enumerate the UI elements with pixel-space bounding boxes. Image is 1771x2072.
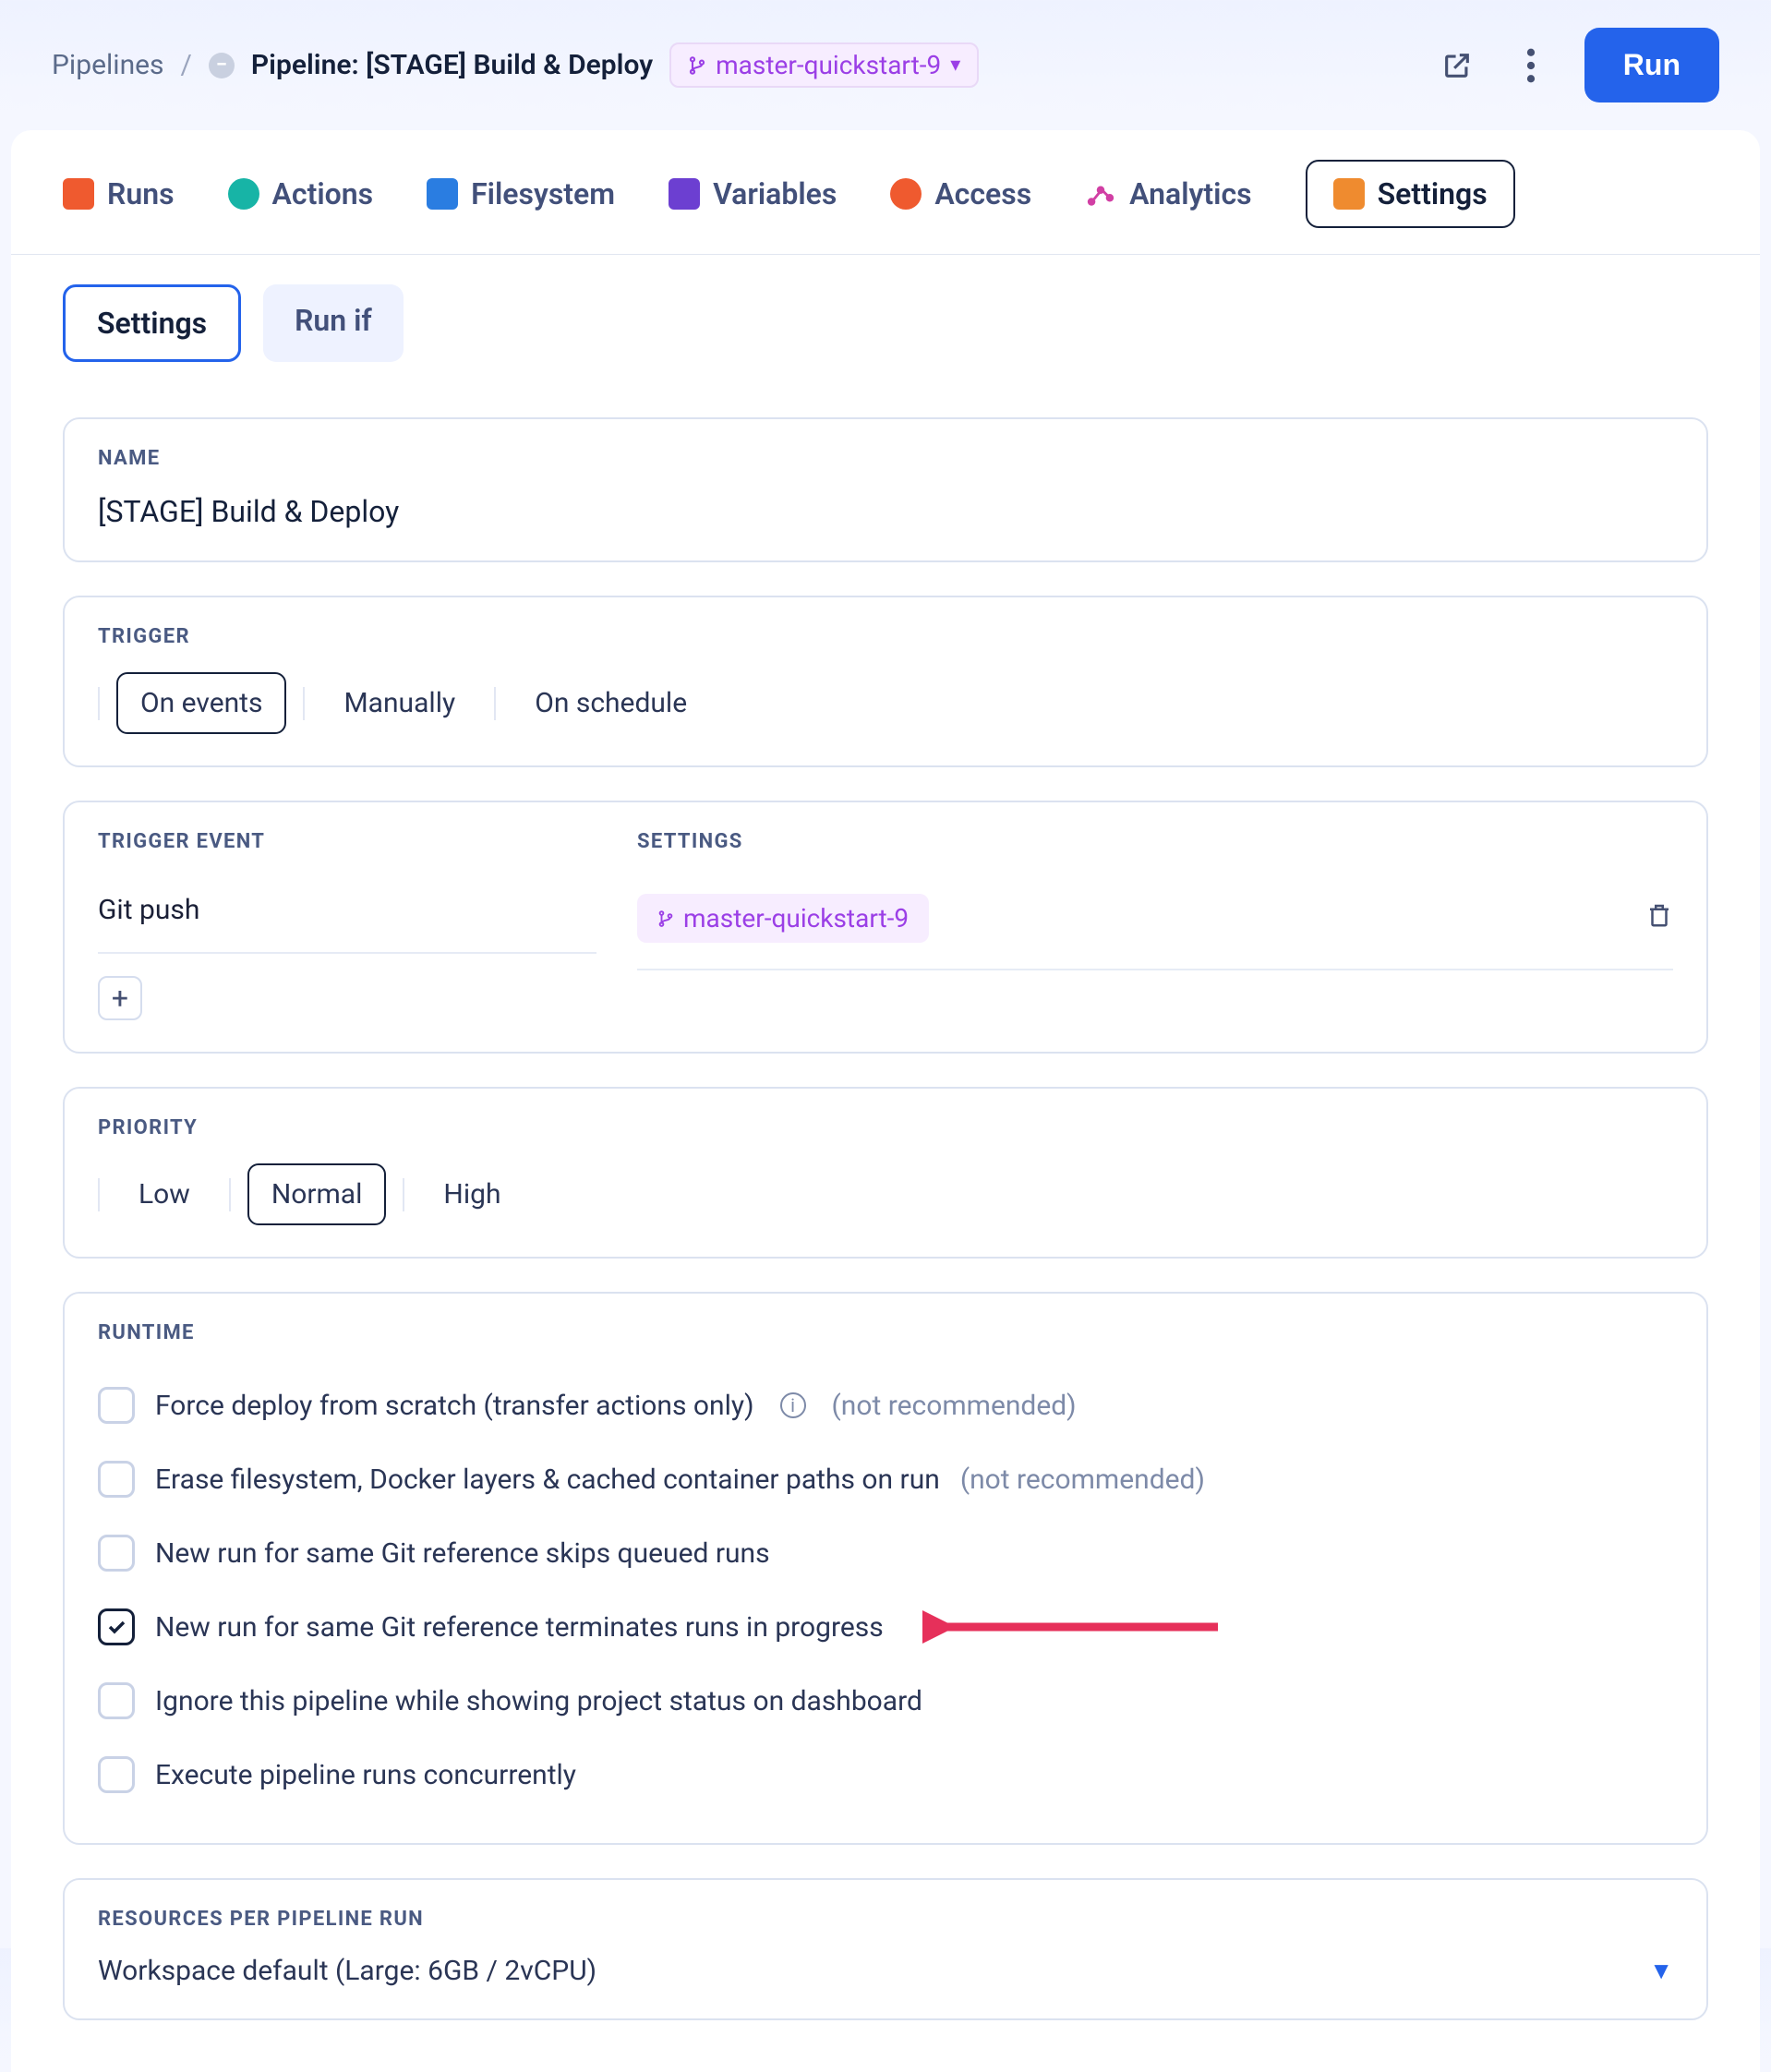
runtime-option-force-deploy[interactable]: Force deploy from scratch (transfer acti… [98,1368,1673,1442]
branch-tag[interactable]: master-quickstart-9 [637,894,929,943]
resources-label: RESOURCES PER PIPELINE RUN [98,1908,1673,1931]
add-trigger-button[interactable]: + [98,976,142,1020]
checkbox[interactable] [98,1756,135,1793]
trigger-on-schedule[interactable]: On schedule [512,674,709,732]
trigger-on-events[interactable]: On events [116,672,286,734]
subtab-run-if[interactable]: Run if [263,284,404,362]
sub-tabs: Settings Run if [63,284,1708,362]
name-card: NAME [STAGE] Build & Deploy [63,417,1708,562]
breadcrumb-separator: / [181,49,192,81]
checkbox[interactable] [98,1535,135,1572]
tab-settings[interactable]: Settings [1306,160,1515,228]
runtime-option-skip-queued[interactable]: New run for same Git reference skips que… [98,1516,1673,1590]
chevron-down-icon: ▾ [950,54,960,77]
branch-selector[interactable]: master-quickstart-9 ▾ [669,42,979,88]
trigger-settings-row: master-quickstart-9 [637,872,1673,970]
runtime-label: RUNTIME [98,1321,1673,1344]
info-icon[interactable]: i [780,1392,806,1418]
resources-card: RESOURCES PER PIPELINE RUN Workspace def… [63,1878,1708,2020]
tab-runs[interactable]: Runs [63,176,175,211]
breadcrumb: Pipelines / Pipeline: [STAGE] Build & De… [52,42,979,88]
subtab-settings[interactable]: Settings [63,284,241,362]
priority-label: PRIORITY [98,1116,1673,1139]
checkbox-checked[interactable] [98,1608,135,1645]
checkbox[interactable] [98,1387,135,1424]
name-value[interactable]: [STAGE] Build & Deploy [98,494,1673,529]
runtime-option-concurrent[interactable]: Execute pipeline runs concurrently [98,1738,1673,1812]
priority-normal[interactable]: Normal [247,1163,387,1225]
runtime-option-erase-filesystem[interactable]: Erase filesystem, Docker layers & cached… [98,1442,1673,1516]
resources-select[interactable]: Workspace default (Large: 6GB / 2vCPU) ▼ [98,1955,1673,1987]
open-external-icon[interactable] [1437,45,1477,86]
delete-trigger-icon[interactable] [1645,901,1673,936]
run-button[interactable]: Run [1584,28,1719,102]
more-menu-icon[interactable] [1511,45,1551,86]
trigger-event-row[interactable]: Git push [98,872,596,954]
runs-icon [63,178,94,210]
variables-icon [669,178,700,210]
not-recommended-label: (not recommended) [832,1390,1077,1422]
check-icon [105,1616,127,1638]
not-recommended-label: (not recommended) [960,1464,1205,1496]
tab-analytics[interactable]: Analytics [1085,176,1251,211]
trigger-event-card: TRIGGER EVENT Git push + SETTINGS master… [63,801,1708,1054]
actions-icon [228,178,259,210]
trigger-manually[interactable]: Manually [321,674,477,732]
checkbox[interactable] [98,1461,135,1498]
access-icon [890,178,922,210]
branch-icon [688,56,706,75]
tab-variables[interactable]: Variables [669,176,837,211]
runtime-option-ignore-dashboard[interactable]: Ignore this pipeline while showing proje… [98,1664,1673,1738]
breadcrumb-current: Pipeline: [STAGE] Build & Deploy [251,49,653,81]
priority-card: PRIORITY Low Normal High [63,1087,1708,1259]
chevron-down-icon: ▼ [1649,1957,1673,1985]
tab-access[interactable]: Access [890,176,1031,211]
filesystem-icon [427,178,458,210]
tab-actions[interactable]: Actions [228,176,374,211]
runtime-card: RUNTIME Force deploy from scratch (trans… [63,1292,1708,1845]
trigger-event-label: TRIGGER EVENT [98,830,596,853]
pipeline-status-icon [209,53,235,78]
annotation-arrow [922,1610,1218,1644]
trigger-label: TRIGGER [98,625,1673,648]
name-label: NAME [98,447,1673,470]
settings-icon [1333,178,1365,210]
runtime-option-terminate-in-progress[interactable]: New run for same Git reference terminate… [98,1590,1673,1664]
tab-filesystem[interactable]: Filesystem [427,176,615,211]
trigger-card: TRIGGER On events Manually On schedule [63,596,1708,767]
trigger-settings-label: SETTINGS [637,830,1673,853]
analytics-icon [1085,178,1116,210]
priority-high[interactable]: High [421,1165,523,1223]
priority-low[interactable]: Low [116,1165,212,1223]
branch-icon [657,910,674,927]
main-tabs: Runs Actions Filesystem Variables Access… [11,130,1760,255]
breadcrumb-root[interactable]: Pipelines [52,49,164,81]
checkbox[interactable] [98,1682,135,1719]
